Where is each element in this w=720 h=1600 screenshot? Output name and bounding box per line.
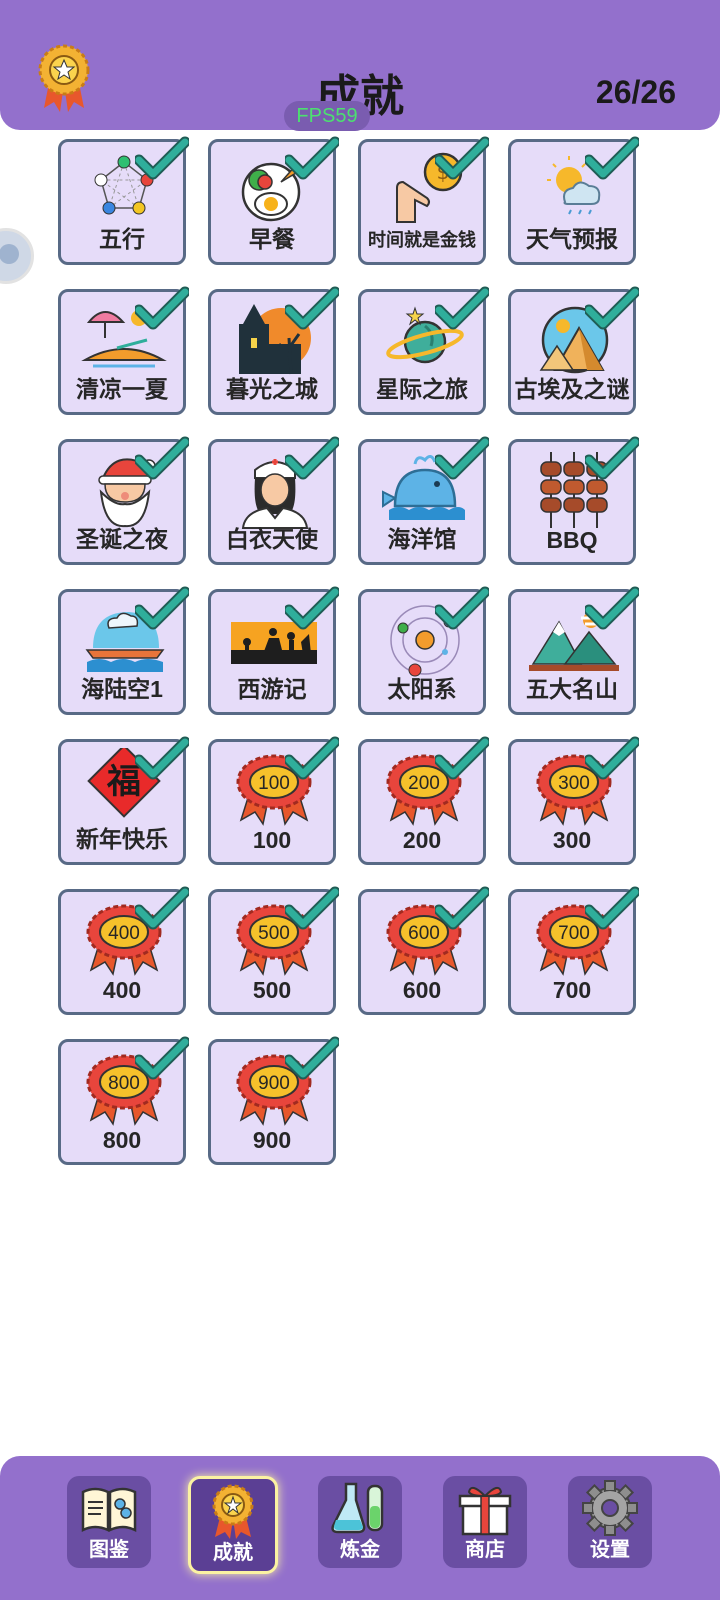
achievement-label: BBQ bbox=[546, 527, 598, 553]
nav-label: 成就 bbox=[213, 1542, 253, 1564]
achievement-card[interactable]: 太阳系 bbox=[358, 586, 489, 715]
gift-icon bbox=[458, 1486, 512, 1536]
achievement-card[interactable]: 300 300 bbox=[508, 736, 639, 865]
achievement-card[interactable]: 200 200 bbox=[358, 736, 489, 865]
achievement-card[interactable]: 100 100 bbox=[208, 736, 339, 865]
check-icon bbox=[585, 286, 639, 330]
achievement-label: 800 bbox=[102, 1127, 142, 1153]
achievement-card[interactable]: 400 400 bbox=[58, 886, 189, 1015]
achievement-card[interactable]: 700 700 bbox=[508, 886, 639, 1015]
check-icon bbox=[135, 286, 189, 330]
achievement-label: 白衣天使 bbox=[226, 526, 318, 552]
achievement-label: 海洋馆 bbox=[387, 526, 457, 552]
achievement-label: 时间就是金钱 bbox=[368, 230, 476, 250]
flask-icon bbox=[331, 1482, 384, 1534]
achievement-label: 五大名山 bbox=[526, 676, 618, 702]
check-icon bbox=[285, 136, 339, 180]
nav-settings-button[interactable]: 设置 bbox=[568, 1476, 652, 1568]
book-icon bbox=[81, 1487, 137, 1533]
nav-label: 商店 bbox=[465, 1539, 505, 1561]
achievement-label: 暮光之城 bbox=[226, 376, 318, 402]
achievement-card[interactable]: 海陆空1 bbox=[58, 586, 189, 715]
check-icon bbox=[435, 436, 489, 480]
fps-counter: FPS59 bbox=[284, 101, 370, 131]
check-icon bbox=[585, 586, 639, 630]
achievement-card[interactable]: 暮光之城 bbox=[208, 286, 339, 415]
achievement-label: 古埃及之谜 bbox=[514, 376, 630, 402]
achievement-label: 700 bbox=[552, 977, 592, 1003]
check-icon bbox=[285, 586, 339, 630]
nav-label: 设置 bbox=[590, 1539, 630, 1561]
achievement-card[interactable]: $ 时间就是金钱 bbox=[358, 136, 489, 265]
achievement-card[interactable]: 福新年快乐 bbox=[58, 736, 189, 865]
achievement-label: 清凉一夏 bbox=[76, 376, 168, 402]
achievement-label: 天气预报 bbox=[526, 226, 618, 252]
achievement-card[interactable]: 500 500 bbox=[208, 886, 339, 1015]
achievement-card[interactable]: 五行 bbox=[58, 136, 189, 265]
nav-alchemy-button[interactable]: 炼金 bbox=[318, 1476, 402, 1568]
check-icon bbox=[285, 286, 339, 330]
achievement-card[interactable]: 600 600 bbox=[358, 886, 489, 1015]
nav-achievements-button[interactable]: 成就 bbox=[188, 1476, 278, 1574]
check-icon bbox=[585, 736, 639, 780]
check-icon bbox=[585, 436, 639, 480]
achievement-label: 900 bbox=[252, 1127, 292, 1153]
achievement-label: 300 bbox=[552, 827, 592, 853]
achievement-label: 圣诞之夜 bbox=[76, 526, 168, 552]
achievement-card[interactable]: 西游记 bbox=[208, 586, 339, 715]
check-icon bbox=[135, 886, 189, 930]
check-icon bbox=[435, 586, 489, 630]
medal-icon bbox=[212, 1484, 254, 1539]
achievement-label: 100 bbox=[252, 827, 292, 853]
achievement-label: 太阳系 bbox=[387, 676, 457, 702]
bottom-nav: 图鉴 成就 炼金 商店 设置 bbox=[0, 1456, 720, 1600]
check-icon bbox=[135, 436, 189, 480]
achievement-card[interactable]: 圣诞之夜 bbox=[58, 436, 189, 565]
check-icon bbox=[435, 736, 489, 780]
check-icon bbox=[435, 886, 489, 930]
achievement-label: 600 bbox=[402, 977, 442, 1003]
achievement-card[interactable]: 星际之旅 bbox=[358, 286, 489, 415]
achievement-card[interactable]: BBQ bbox=[508, 436, 639, 565]
achievement-card[interactable]: 清凉一夏 bbox=[58, 286, 189, 415]
nav-label: 图鉴 bbox=[89, 1539, 129, 1561]
achievement-label: 500 bbox=[252, 977, 292, 1003]
check-icon bbox=[285, 886, 339, 930]
achievement-card[interactable]: 白衣天使 bbox=[208, 436, 339, 565]
check-icon bbox=[285, 736, 339, 780]
gear-icon bbox=[582, 1480, 638, 1536]
check-icon bbox=[135, 136, 189, 180]
check-icon bbox=[135, 1036, 189, 1080]
achievement-card[interactable]: 900 900 bbox=[208, 1036, 339, 1165]
achievement-label: 五行 bbox=[99, 226, 145, 252]
achievement-count: 26/26 bbox=[595, 74, 676, 110]
nav-catalog-button[interactable]: 图鉴 bbox=[67, 1476, 151, 1568]
achievement-label: 海陆空1 bbox=[81, 676, 163, 702]
achievement-card[interactable]: 天气预报 bbox=[508, 136, 639, 265]
achievement-card[interactable]: 早餐 bbox=[208, 136, 339, 265]
check-icon bbox=[585, 136, 639, 180]
check-icon bbox=[285, 436, 339, 480]
achievement-card[interactable]: 五大名山 bbox=[508, 586, 639, 715]
check-icon bbox=[135, 586, 189, 630]
achievement-label: 200 bbox=[402, 827, 442, 853]
achievement-label: 400 bbox=[102, 977, 142, 1003]
nav-label: 炼金 bbox=[340, 1539, 380, 1561]
check-icon bbox=[435, 136, 489, 180]
check-icon bbox=[285, 1036, 339, 1080]
check-icon bbox=[585, 886, 639, 930]
achievement-card[interactable]: 海洋馆 bbox=[358, 436, 489, 565]
achievement-card[interactable]: 古埃及之谜 bbox=[508, 286, 639, 415]
check-icon bbox=[435, 286, 489, 330]
achievement-card[interactable]: 800 800 bbox=[58, 1036, 189, 1165]
achievement-label: 早餐 bbox=[249, 226, 295, 252]
nav-shop-button[interactable]: 商店 bbox=[443, 1476, 527, 1568]
achievement-grid: 五行 早餐 $ 时间就是金钱天气预报清凉一夏 暮光之城 星际之旅 古埃及之谜圣诞之夜 白衣天使… bbox=[0, 0, 720, 1460]
achievement-label: 星际之旅 bbox=[376, 376, 468, 402]
check-icon bbox=[135, 736, 189, 780]
achievement-label: 西游记 bbox=[237, 676, 307, 702]
achievement-label: 新年快乐 bbox=[76, 826, 168, 852]
